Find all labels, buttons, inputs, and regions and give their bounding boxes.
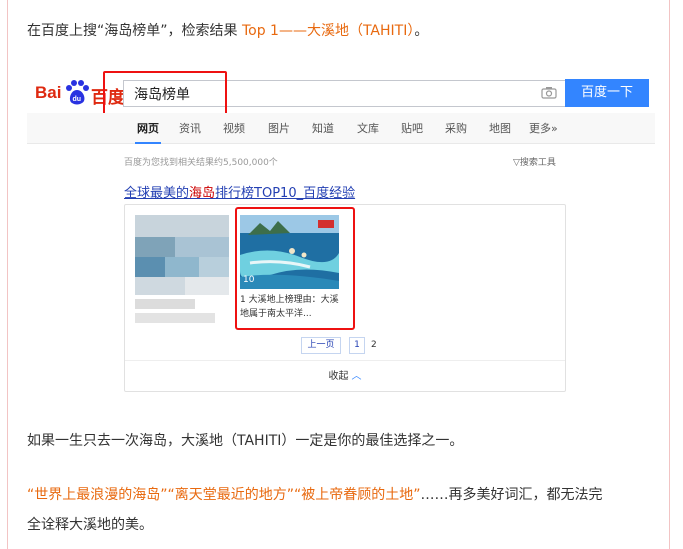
search-button[interactable]: 百度一下 bbox=[565, 79, 649, 107]
nav-tabs: 网页 资讯 视频 图片 知道 文库 贴吧 采购 地图 更多» bbox=[27, 113, 655, 144]
prev-page-button[interactable]: 上一页 bbox=[301, 337, 341, 354]
divider bbox=[125, 360, 565, 361]
collapse-button[interactable]: 收起 ︿ bbox=[125, 367, 565, 382]
baidu-paw-icon: du bbox=[66, 80, 89, 105]
thumbnail-highlight-box bbox=[235, 207, 355, 330]
tab-tieba[interactable]: 贴吧 bbox=[401, 120, 423, 136]
tab-zhidao[interactable]: 知道 bbox=[312, 120, 334, 136]
camera-icon[interactable] bbox=[541, 86, 557, 99]
search-highlight-box bbox=[103, 71, 227, 118]
praise-quotes: “世界上最浪漫的海岛”“离天堂最近的地方”“被上帝眷顾的土地” bbox=[27, 487, 421, 503]
search-tools-link[interactable]: ▽搜索工具 bbox=[513, 155, 556, 168]
tab-caigou[interactable]: 采购 bbox=[445, 120, 467, 136]
paragraph-recommendation: 如果一生只去一次海岛，大溪地（TAHITI）一定是你的最佳选择之一。 bbox=[27, 433, 464, 449]
tab-wenku[interactable]: 文库 bbox=[357, 120, 379, 136]
tab-map[interactable]: 地图 bbox=[489, 120, 511, 136]
result-title-post: 排行榜TOP10_百度经验 bbox=[215, 186, 356, 201]
blurred-thumbnail[interactable] bbox=[135, 215, 229, 325]
logo-text-bai: Bai bbox=[35, 83, 62, 102]
tab-more[interactable]: 更多» bbox=[529, 120, 558, 136]
page-1-button[interactable]: 1 bbox=[349, 337, 365, 354]
result-title-pre: 全球最美的 bbox=[124, 186, 190, 201]
chevron-up-icon: ︿ bbox=[351, 371, 362, 382]
result-title-keyword: 海岛 bbox=[189, 186, 216, 201]
page: 在百度上搜“海岛榜单”，检索结果 Top 1——大溪地（TAHITI）。 Bai… bbox=[0, 0, 683, 549]
result-count: 百度为您找到相关结果约5,500,000个 bbox=[124, 158, 278, 168]
praise-suffix: ……再多美好词汇，都无法完 bbox=[420, 487, 603, 503]
tab-images[interactable]: 图片 bbox=[268, 120, 290, 136]
intro-text: 在百度上搜“海岛榜单”，检索结果 bbox=[27, 23, 238, 39]
result-image-box: 10 1 大溪地上榜理由：大溪地属于南太平洋... 上一页 1 2 收起 ︿ bbox=[124, 204, 566, 392]
tab-news[interactable]: 资讯 bbox=[179, 120, 201, 136]
tab-web[interactable]: 网页 bbox=[135, 120, 161, 144]
baidu-screenshot: Bai du 百度 海岛榜单 百度一下 网页 资讯 视频 图片 知道 文库 贴吧… bbox=[27, 67, 659, 397]
paragraph-praise-end: 全诠释大溪地的美。 bbox=[27, 517, 153, 533]
collapse-label: 收起 bbox=[328, 371, 349, 382]
top1-highlight: Top 1——大溪地（TAHITI） bbox=[241, 23, 415, 39]
paragraph-search-intro: 在百度上搜“海岛榜单”，检索结果 Top 1——大溪地（TAHITI）。 bbox=[27, 20, 428, 42]
intro-suffix: 。 bbox=[414, 23, 429, 39]
page-2-link[interactable]: 2 bbox=[371, 337, 377, 354]
logo-du-text: du bbox=[73, 96, 82, 103]
tab-video[interactable]: 视频 bbox=[223, 120, 245, 136]
result-title-link[interactable]: 全球最美的海岛排行榜TOP10_百度经验 bbox=[124, 182, 355, 201]
paragraph-praise: “世界上最浪漫的海岛”“离天堂最近的地方”“被上帝眷顾的土地”……再多美好词汇，… bbox=[27, 484, 603, 506]
